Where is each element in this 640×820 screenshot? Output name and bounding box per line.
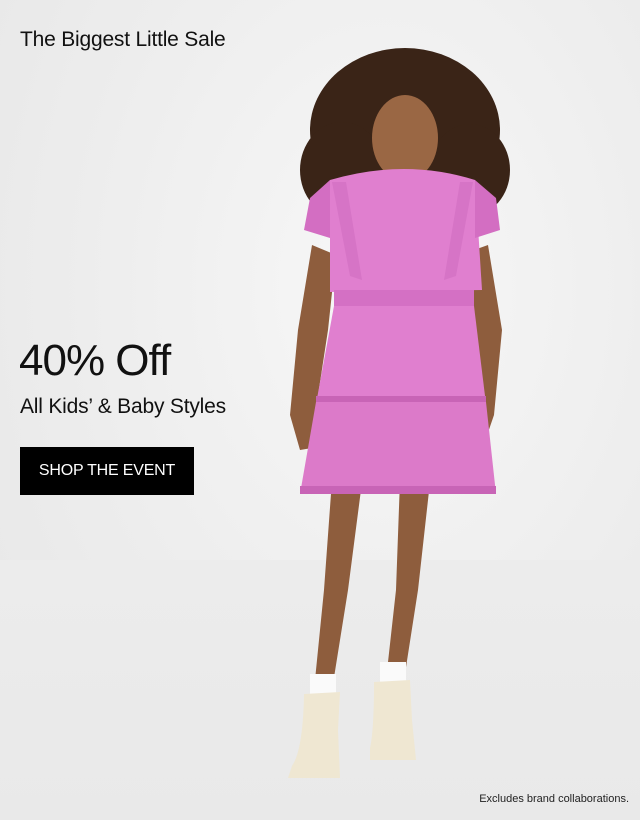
offer-title: 40% Off [19,336,171,385]
shop-the-event-button[interactable]: SHOP THE EVENT [20,447,194,495]
headline: The Biggest Little Sale [20,28,226,51]
disclaimer-text: Excludes brand collaborations. [479,793,629,805]
promo-banner[interactable]: The Biggest Little Sale 40% Off All Kids… [0,0,640,820]
model-photo [288,48,510,778]
offer-subtitle: All Kids’ & Baby Styles [20,395,226,418]
